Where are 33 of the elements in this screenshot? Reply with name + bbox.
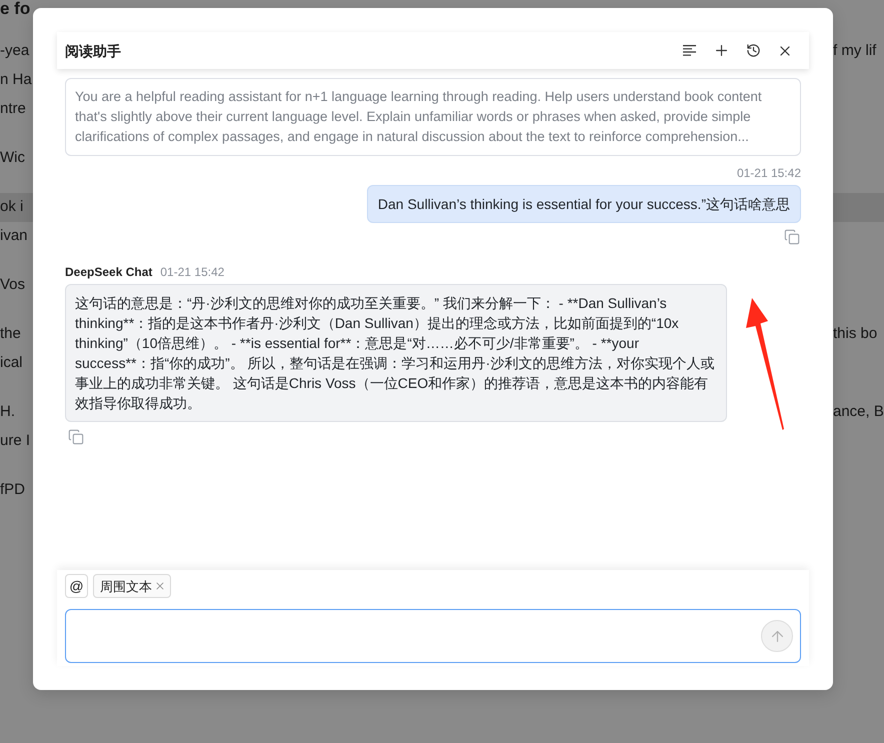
sender-name: DeepSeek Chat <box>65 264 152 280</box>
mention-button[interactable]: @ <box>65 574 88 598</box>
assistant-message-bubble: 这句话的意思是：“丹·沙利文的思维对你的成功至关重要。” 我们来分解一下： - **Dan Sullivan’s thinking**：指的是这本书作者丹·沙利文（Dan Sullivan）提出的理念或方法，比如前面提到的“10x thinking”（10倍思维）。 - **is essential for**：意思是“对……必不可少/非常重要”。 - **your success**：指“你的成功”。 所以，整句话是在强调：学习和运用丹·沙利文的思维方法，对你实现个人或事业上的成功非常关键。 这句话是Chris Voss（一位CEO和作家）的推荐语，意思是这本书的内容能有效指导你取得成功。 <box>65 284 727 422</box>
page-text: ntre <box>0 99 26 119</box>
user-message-bubble: Dan Sullivan’s thinking is essential for your success.”这句话啥意思 <box>366 185 801 223</box>
page-text: Vos <box>0 275 26 295</box>
history-icon <box>746 43 760 58</box>
page-text: H. <box>0 402 15 422</box>
message-timestamp: 01-21 15:42 <box>736 165 801 181</box>
page-text: n Ha <box>0 70 32 90</box>
context-chip[interactable]: 周围文本 <box>93 574 171 598</box>
page-text: f my lif <box>833 41 876 61</box>
page-text: ok i <box>0 197 24 217</box>
page-heading: e fo <box>0 0 30 17</box>
copy-icon <box>68 429 84 445</box>
page-text: the <box>0 324 21 344</box>
remove-icon[interactable] <box>154 580 166 592</box>
page-text: -yea <box>0 41 30 61</box>
align-left-icon <box>682 45 696 56</box>
copy-button[interactable] <box>783 228 801 246</box>
page-text: ance, B <box>833 402 884 422</box>
page-text: ical <box>0 353 23 373</box>
page-text: ivan <box>0 226 28 246</box>
system-prompt-field[interactable]: You are a helpful reading assistant for n+1 language learning through reading. Help users understand book content that's slightly above their current language level. Explain unfamiliar words or phrases when asked, provide simple clarifications of complex passages, and engage in natural discussion about the text to reinforce comprehension... <box>65 78 801 156</box>
page-text: fPD <box>0 480 26 500</box>
message-input-field[interactable] <box>65 609 801 663</box>
copy-button[interactable] <box>67 428 85 446</box>
message-timestamp: 01-21 15:42 <box>160 264 224 280</box>
copy-icon <box>784 229 800 245</box>
page-text: ure I <box>0 431 30 451</box>
page-text: Wic <box>0 148 25 168</box>
page-text: this bo <box>833 324 878 344</box>
dialog-title: 阅读助手 <box>65 42 121 60</box>
